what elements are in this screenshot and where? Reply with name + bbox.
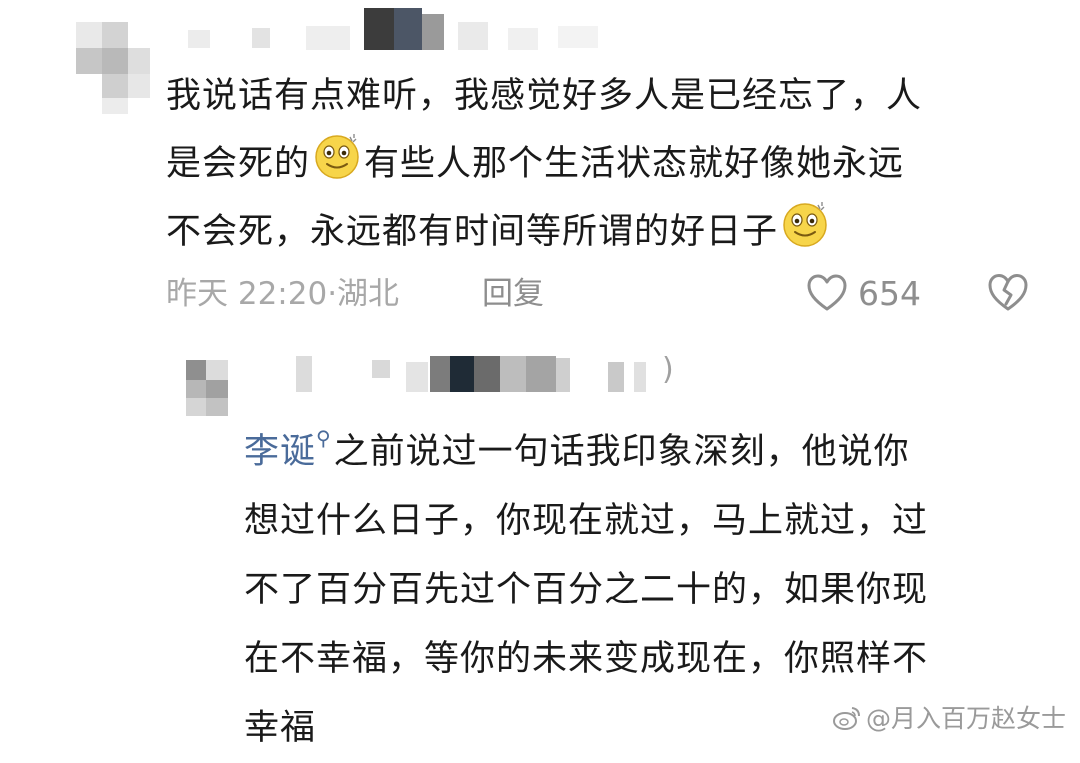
commenter-name-redacted[interactable] (188, 8, 608, 50)
reply-line-4: 在不幸福，等你的未来变成现在，你照样不 (244, 639, 929, 679)
smiling-face-emoji-icon (783, 202, 827, 247)
reply-line-2: 想过什么日子，你现在就过，马上就过，过 (244, 501, 929, 541)
heart-outline-icon (807, 274, 847, 311)
replier-avatar[interactable] (186, 360, 228, 416)
weibo-logo-icon (832, 707, 860, 730)
broken-heart-icon (988, 274, 1028, 311)
comment-line-1: 我说话有点难听，我感觉好多人是已经忘了，人 (166, 76, 923, 116)
reply-body: 李诞⚲之前说过一句话我印象深刻，他说你 想过什么日子，你现在就过，马上就过，过 … (244, 404, 928, 763)
like-button[interactable]: 654 (806, 268, 921, 318)
smiling-face-emoji-icon (315, 134, 359, 179)
mention-link[interactable]: 李诞 (244, 432, 316, 472)
search-icon[interactable]: ⚲ (316, 426, 332, 450)
comment-line-3-text: 不会死，永远都有时间等所谓的好日子 (166, 212, 779, 252)
replier-name-redacted[interactable] (296, 352, 686, 398)
reply-line-1: 李诞⚲之前说过一句话我印象深刻，他说你 (244, 404, 928, 487)
watermark-text: @月入百万赵女士 (865, 704, 1066, 733)
comment-body: 我说话有点难听，我感觉好多人是已经忘了，人 是会死的 有些人那个生活状态就好像她… (166, 62, 922, 266)
comment-line-2-text: 是会死的 (166, 144, 311, 184)
comment-line-2-rest: 有些人那个生活状态就好像她永远 (364, 144, 905, 184)
reply-line-1-rest: 之前说过一句话我印象深刻，他说你 (333, 432, 910, 472)
comment-timestamp-location: 昨天 22:20·湖北 (166, 276, 400, 312)
comment-line-3: 不会死，永远都有时间等所谓的好日子 (166, 198, 922, 266)
like-count: 654 (858, 273, 921, 313)
reply-line-5: 幸福 (244, 708, 317, 748)
dislike-button[interactable] (986, 271, 1030, 317)
reply-line-3: 不了百分百先过个百分之二十的，如果你现 (244, 570, 929, 610)
reply-button[interactable]: 回复 (482, 268, 544, 313)
commenter-avatar[interactable] (76, 22, 150, 114)
watermark: @月入百万赵女士 (832, 699, 1066, 735)
replier-name-fragment: ) (662, 352, 674, 387)
comment-line-2: 是会死的 有些人那个生活状态就好像她永远 (166, 130, 922, 198)
